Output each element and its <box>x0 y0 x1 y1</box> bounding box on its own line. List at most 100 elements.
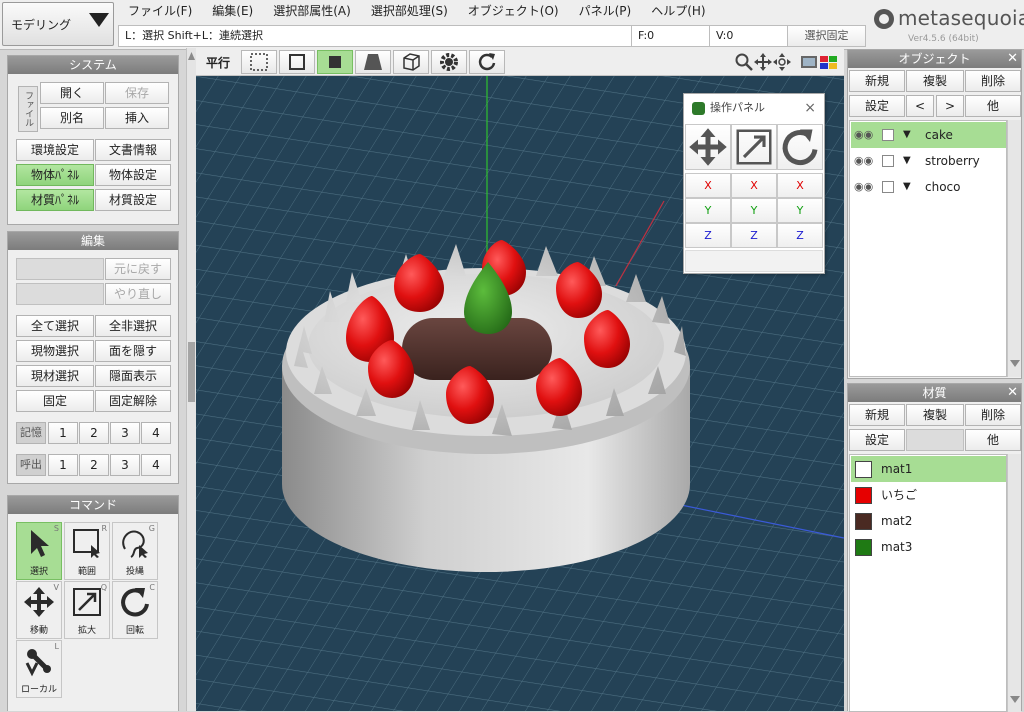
expand-triangle-icon[interactable]: ▼ <box>903 174 911 200</box>
material-row-ichigo[interactable]: いちご <box>851 482 1006 508</box>
rotate-y-button[interactable]: Y <box>777 198 823 223</box>
menu-panel[interactable]: パネル(P) <box>569 0 642 22</box>
recall-slot-1[interactable]: 1 <box>48 454 78 476</box>
visibility-eye-icon[interactable]: ◉◉ <box>854 122 873 148</box>
rotate-x-button[interactable]: X <box>777 173 823 198</box>
material-new-button[interactable]: 新規 <box>849 404 905 426</box>
rotate-command-button[interactable]: C 回転 <box>112 581 158 639</box>
left-panel-scrollbar[interactable] <box>186 48 196 711</box>
face-display-toggle[interactable] <box>317 50 353 74</box>
select-all-button[interactable]: 全て選択 <box>16 315 94 337</box>
redo-button[interactable]: やり直し <box>105 283 171 305</box>
undo-button[interactable]: 元に戻す <box>105 258 171 280</box>
material-duplicate-button[interactable]: 複製 <box>906 404 964 426</box>
orbit-icon[interactable] <box>772 52 792 72</box>
object-duplicate-button[interactable]: 複製 <box>906 70 964 92</box>
mode-select[interactable]: モデリング <box>2 2 114 46</box>
lock-checkbox[interactable] <box>882 129 894 141</box>
scale-command-button[interactable]: Q 拡大 <box>64 581 110 639</box>
move-z-button[interactable]: Z <box>685 223 731 248</box>
settings-button[interactable] <box>431 50 467 74</box>
expand-triangle-icon[interactable]: ▼ <box>903 122 911 148</box>
object-panel-toggle[interactable]: 物体ﾊﾟﾈﾙ <box>16 164 94 186</box>
open-button[interactable]: 開く <box>40 82 104 104</box>
material-panel-toggle[interactable]: 材質ﾊﾟﾈﾙ <box>16 189 94 211</box>
material-other-button[interactable]: 他 <box>965 429 1021 451</box>
object-delete-button[interactable]: 削除 <box>965 70 1021 92</box>
object-row-cake[interactable]: ◉◉ ▼ cake <box>851 122 1006 148</box>
insert-button[interactable]: 挿入 <box>105 107 169 129</box>
pan-icon[interactable] <box>753 52 773 72</box>
object-new-button[interactable]: 新規 <box>849 70 905 92</box>
scroll-down-arrow-icon[interactable] <box>1010 360 1020 367</box>
rotate-z-button[interactable]: Z <box>777 223 823 248</box>
lock-checkbox[interactable] <box>882 181 894 193</box>
menu-help[interactable]: ヘルプ(H) <box>641 0 715 22</box>
scale-y-button[interactable]: Y <box>731 198 777 223</box>
select-current-material-button[interactable]: 現材選択 <box>16 365 94 387</box>
close-icon[interactable]: ✕ <box>1007 50 1018 68</box>
view-layout-icon[interactable] <box>800 54 838 70</box>
menu-selection-attributes[interactable]: 選択部属性(A) <box>263 0 361 22</box>
object-row-choco[interactable]: ◉◉ ▼ choco <box>851 174 1006 200</box>
material-list-scrollbar[interactable] <box>1007 454 1021 712</box>
menu-object[interactable]: オブジェクト(O) <box>458 0 569 22</box>
object-settings-button[interactable]: 物体設定 <box>95 164 171 186</box>
lock-button[interactable]: 固定 <box>16 390 94 412</box>
move-command-button[interactable]: V 移動 <box>16 581 62 639</box>
memory-slot-1[interactable]: 1 <box>48 422 78 444</box>
lock-selection-button[interactable]: 選択固定 <box>787 26 865 46</box>
refresh-button[interactable] <box>469 50 505 74</box>
move-x-button[interactable]: X <box>685 173 731 198</box>
zoom-icon[interactable] <box>734 52 754 72</box>
memory-slot-4[interactable]: 4 <box>141 422 171 444</box>
recall-slot-2[interactable]: 2 <box>79 454 109 476</box>
material-row-mat3[interactable]: mat3 <box>851 534 1006 560</box>
scale-z-button[interactable]: Z <box>731 223 777 248</box>
shading-display-toggle[interactable] <box>355 50 391 74</box>
material-settings-button[interactable]: 材質設定 <box>95 189 171 211</box>
object-list-scrollbar[interactable] <box>1007 120 1021 377</box>
close-icon[interactable]: × <box>804 94 816 122</box>
memory-slot-2[interactable]: 2 <box>79 422 109 444</box>
local-command-button[interactable]: L ローカル <box>16 640 62 698</box>
material-row-mat2[interactable]: mat2 <box>851 508 1006 534</box>
object-prev-button[interactable]: < <box>906 95 934 117</box>
move-y-button[interactable]: Y <box>685 198 731 223</box>
operation-move-button[interactable] <box>685 124 731 170</box>
lock-checkbox[interactable] <box>882 155 894 167</box>
material-delete-button[interactable]: 削除 <box>965 404 1021 426</box>
unlock-button[interactable]: 固定解除 <box>95 390 171 412</box>
document-info-button[interactable]: 文書情報 <box>95 139 171 161</box>
expand-triangle-icon[interactable]: ▼ <box>903 148 911 174</box>
visibility-eye-icon[interactable]: ◉◉ <box>854 174 873 200</box>
material-row-mat1[interactable]: mat1 <box>851 456 1006 482</box>
wire-display-toggle[interactable] <box>279 50 315 74</box>
recall-slot-4[interactable]: 4 <box>141 454 171 476</box>
object-settings-button[interactable]: 設定 <box>849 95 905 117</box>
menu-file[interactable]: ファイル(F) <box>118 0 202 22</box>
scroll-down-arrow-icon[interactable] <box>1010 696 1020 703</box>
environment-settings-button[interactable]: 環境設定 <box>16 139 94 161</box>
object-row-stroberry[interactable]: ◉◉ ▼ stroberry <box>851 148 1006 174</box>
save-button[interactable]: 保存 <box>105 82 169 104</box>
recall-slot-3[interactable]: 3 <box>110 454 140 476</box>
memory-slot-3[interactable]: 3 <box>110 422 140 444</box>
close-icon[interactable]: ✕ <box>1007 384 1018 402</box>
show-hidden-button[interactable]: 隠面表示 <box>95 365 171 387</box>
vertex-display-toggle[interactable] <box>241 50 277 74</box>
menu-edit[interactable]: 編集(E) <box>202 0 263 22</box>
wireframe-cube-toggle[interactable] <box>393 50 429 74</box>
material-settings-button[interactable]: 設定 <box>849 429 905 451</box>
lasso-command-button[interactable]: G 投縄 <box>112 522 158 580</box>
left-scroll-thumb[interactable] <box>188 342 195 402</box>
select-current-object-button[interactable]: 現物選択 <box>16 340 94 362</box>
projection-mode-label[interactable]: 平行 <box>206 54 230 71</box>
deselect-all-button[interactable]: 全非選択 <box>95 315 171 337</box>
operation-scale-button[interactable] <box>731 124 777 170</box>
visibility-eye-icon[interactable]: ◉◉ <box>854 148 873 174</box>
save-as-button[interactable]: 別名 <box>40 107 104 129</box>
hide-faces-button[interactable]: 面を隠す <box>95 340 171 362</box>
object-next-button[interactable]: > <box>936 95 964 117</box>
object-other-button[interactable]: 他 <box>965 95 1021 117</box>
